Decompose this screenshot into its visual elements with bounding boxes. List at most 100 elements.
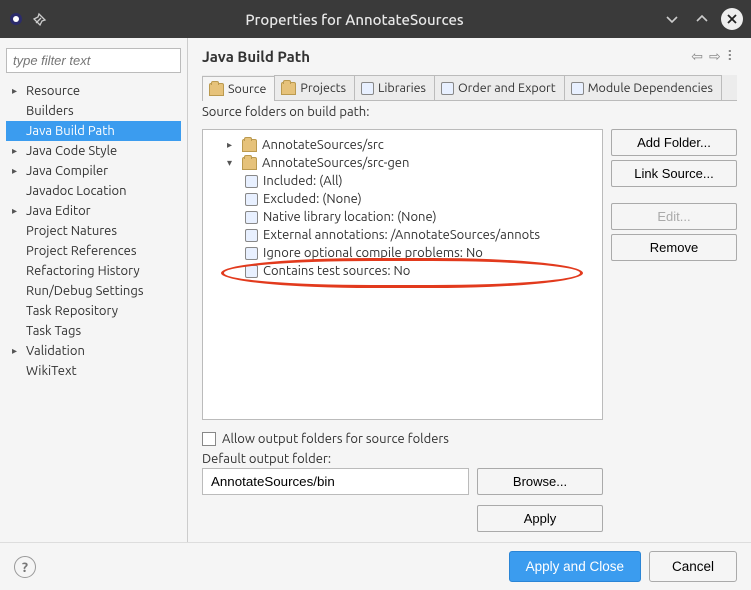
sidebar-item-label: Java Compiler: [26, 164, 108, 178]
app-icon: [8, 11, 24, 27]
native-lib-icon: [245, 211, 258, 224]
tab-label: Projects: [300, 81, 346, 95]
tree-label: Contains test sources: No: [263, 264, 410, 278]
tab-label: Module Dependencies: [588, 81, 713, 95]
allow-output-label: Allow output folders for source folders: [222, 432, 449, 446]
package-folder-icon: [242, 157, 257, 170]
sidebar-item-resource[interactable]: ▸Resource: [6, 81, 181, 101]
close-button[interactable]: [721, 8, 743, 30]
sidebar-item-label: Javadoc Location: [26, 184, 127, 198]
allow-output-checkbox-row[interactable]: Allow output folders for source folders: [202, 432, 603, 446]
sidebar-item-label: Task Repository: [26, 304, 118, 318]
apply-button[interactable]: Apply: [477, 505, 603, 532]
test-icon: [245, 265, 258, 278]
tree-label: Native library location: (None): [263, 210, 437, 224]
tree-row-ignore-problems[interactable]: Ignore optional compile problems: No: [207, 244, 598, 262]
sidebar-item-project-natures[interactable]: Project Natures: [6, 221, 181, 241]
help-icon[interactable]: ?: [14, 556, 36, 578]
tree-label: Excluded: (None): [263, 192, 362, 206]
link-source-button[interactable]: Link Source...: [611, 160, 737, 187]
sidebar-item-java-build-path[interactable]: Java Build Path: [6, 121, 181, 141]
back-arrow-icon[interactable]: ⇦: [691, 48, 703, 65]
browse-button[interactable]: Browse...: [477, 468, 603, 495]
tab-label: Source: [228, 82, 266, 96]
sidebar-item-java-editor[interactable]: ▸Java Editor: [6, 201, 181, 221]
sidebar-item-label: Validation: [26, 344, 85, 358]
tree-row-external-annots[interactable]: External annotations: /AnnotateSources/a…: [207, 226, 598, 244]
sidebar-item-refactoring-history[interactable]: Refactoring History: [6, 261, 181, 281]
pin-icon[interactable]: [32, 11, 48, 27]
sidebar-item-label: WikiText: [26, 364, 77, 378]
edit-button[interactable]: Edit...: [611, 203, 737, 230]
tree-label: External annotations: /AnnotateSources/a…: [263, 228, 540, 242]
forward-arrow-icon[interactable]: ⇨: [709, 48, 721, 65]
sidebar-item-task-tags[interactable]: Task Tags: [6, 321, 181, 341]
tree-row-test-sources[interactable]: Contains test sources: No: [207, 262, 598, 280]
tab-projects[interactable]: Projects: [274, 75, 355, 100]
projects-icon: [281, 82, 296, 95]
window-title: Properties for AnnotateSources: [56, 11, 653, 28]
sidebar-item-label: Java Code Style: [26, 144, 117, 158]
view-menu-icon[interactable]: ⠇: [727, 48, 737, 65]
default-output-input[interactable]: [202, 468, 469, 495]
package-folder-icon: [242, 139, 257, 152]
sidebar-item-label: Run/Debug Settings: [26, 284, 143, 298]
tab-bar: Source Projects Libraries Order and Expo…: [202, 75, 737, 101]
dialog-footer: ? Apply and Close Cancel: [0, 542, 751, 590]
maximize-button[interactable]: [691, 8, 713, 30]
titlebar: Properties for AnnotateSources: [0, 0, 751, 38]
sidebar-item-java-compiler[interactable]: ▸ Java Compiler: [6, 161, 181, 181]
sidebar-item-label: Refactoring History: [26, 264, 140, 278]
chevron-right-icon: ▸: [227, 139, 237, 151]
chevron-right-icon: ▸: [12, 345, 22, 357]
remove-button[interactable]: Remove: [611, 234, 737, 261]
default-output-label: Default output folder:: [202, 452, 603, 466]
sidebar-item-builders[interactable]: Builders: [6, 101, 181, 121]
minimize-button[interactable]: [661, 8, 683, 30]
libraries-icon: [361, 82, 374, 95]
sidebar-item-label: Project Natures: [26, 224, 117, 238]
annotation-icon: [245, 229, 258, 242]
sidebar-item-java-code-style[interactable]: ▸ Java Code Style: [6, 141, 181, 161]
warning-icon: [245, 247, 258, 260]
chevron-right-icon: ▸: [12, 165, 22, 177]
filter-icon: [245, 193, 258, 206]
sidebar-item-wikitext[interactable]: WikiText: [6, 361, 181, 381]
sidebar-item-run-debug-settings[interactable]: Run/Debug Settings: [6, 281, 181, 301]
tree-row-src[interactable]: ▸AnnotateSources/src: [207, 136, 598, 154]
tree-row-src-gen[interactable]: ▾AnnotateSources/src-gen: [207, 154, 598, 172]
chevron-down-icon: ▾: [227, 157, 237, 169]
tab-label: Order and Export: [458, 81, 556, 95]
tree-row-included[interactable]: Included: (All): [207, 172, 598, 190]
tree-row-excluded[interactable]: Excluded: (None): [207, 190, 598, 208]
filter-input[interactable]: [6, 48, 181, 73]
source-folder-tree[interactable]: ▸AnnotateSources/src ▾AnnotateSources/sr…: [202, 129, 603, 420]
side-buttons: Add Folder... Link Source... Edit... Rem…: [611, 129, 737, 532]
tab-libraries[interactable]: Libraries: [354, 75, 435, 100]
page-title: Java Build Path: [202, 48, 685, 65]
module-deps-icon: [571, 82, 584, 95]
chevron-right-icon: ▸: [12, 145, 22, 157]
add-folder-button[interactable]: Add Folder...: [611, 129, 737, 156]
tree-row-native-lib[interactable]: Native library location: (None): [207, 208, 598, 226]
apply-and-close-button[interactable]: Apply and Close: [509, 551, 641, 582]
sidebar-item-task-repository[interactable]: Task Repository: [6, 301, 181, 321]
cancel-button[interactable]: Cancel: [649, 551, 737, 582]
sidebar-item-project-references[interactable]: Project References: [6, 241, 181, 261]
sidebar-item-javadoc-location[interactable]: Javadoc Location: [6, 181, 181, 201]
chevron-right-icon: ▸: [12, 85, 22, 97]
source-folders-label: Source folders on build path:: [202, 105, 737, 119]
sidebar-item-label: Java Build Path: [26, 124, 115, 138]
sidebar-item-validation[interactable]: ▸ Validation: [6, 341, 181, 361]
tree-label: Included: (All): [263, 174, 343, 188]
tab-source[interactable]: Source: [202, 76, 275, 101]
tab-order-export[interactable]: Order and Export: [434, 75, 565, 100]
filter-icon: [245, 175, 258, 188]
main-panel: Java Build Path ⇦ ⇨ ⠇ Source Projects Li…: [188, 38, 751, 542]
sidebar-item-label: Task Tags: [26, 324, 81, 338]
sidebar-item-label: Project References: [26, 244, 136, 258]
sidebar-item-label: Builders: [26, 104, 74, 118]
checkbox-unchecked-icon[interactable]: [202, 432, 216, 446]
order-export-icon: [441, 82, 454, 95]
tab-module-dependencies[interactable]: Module Dependencies: [564, 75, 722, 100]
